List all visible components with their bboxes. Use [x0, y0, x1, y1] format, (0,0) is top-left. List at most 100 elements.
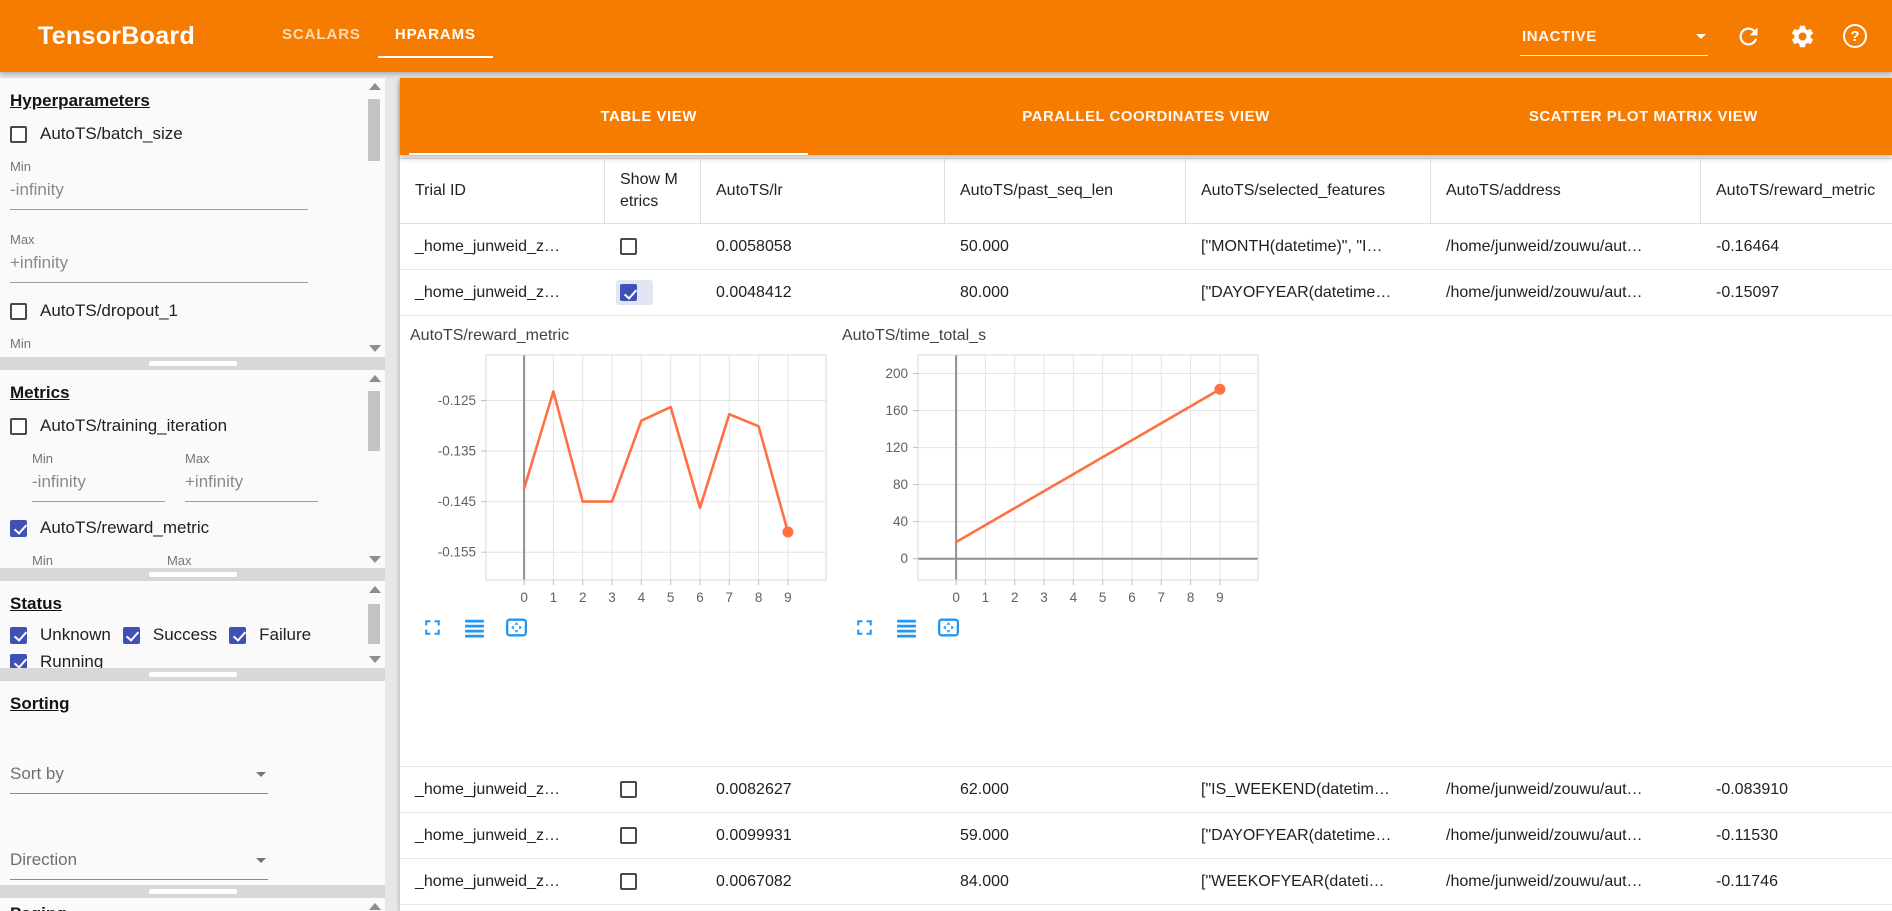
table-row: _home_junweid_z… 0.0099931 59.000 ["DAYO… — [400, 813, 1892, 859]
top-nav: SCALARS HPARAMS — [265, 14, 493, 58]
scroll-down-icon[interactable] — [369, 656, 381, 663]
status-option[interactable]: Failure — [229, 625, 311, 645]
table-row: _home_junweid_z… 0.0082627 62.000 ["IS_W… — [400, 767, 1892, 813]
chart-title: AutoTS/time_total_s — [842, 327, 1272, 345]
scrollbar-thumb[interactable] — [368, 99, 380, 161]
chart-toolbar — [420, 615, 840, 640]
show-metrics-checkbox[interactable] — [620, 873, 637, 890]
min-input[interactable]: -infinity — [32, 466, 165, 502]
chart-plot[interactable]: -0.125-0.135-0.145-0.1550123456789 — [408, 347, 840, 613]
status-option[interactable]: Running — [10, 652, 103, 668]
app-title: TensorBoard — [38, 22, 195, 51]
fullscreen-icon[interactable] — [852, 615, 877, 640]
tab-scatter-plot-matrix-view[interactable]: SCATTER PLOT MATRIX VIEW — [1395, 78, 1892, 155]
scroll-up-icon[interactable] — [369, 586, 381, 593]
checkbox-icon[interactable] — [229, 627, 246, 644]
trials-table: Trial ID Show Metrics AutoTS/lr AutoTS/p… — [400, 158, 1892, 905]
metric-label: AutoTS/training_iteration — [40, 416, 227, 436]
nav-tab-scalars[interactable]: SCALARS — [265, 14, 378, 58]
nav-tab-hparams[interactable]: HPARAMS — [378, 14, 493, 58]
scroll-up-icon[interactable] — [369, 83, 381, 90]
show-metrics-checkbox[interactable] — [620, 238, 637, 255]
column-header-reward-metric: AutoTS/reward_metric — [1701, 159, 1892, 223]
min-filter-field: Min -infinity — [10, 159, 347, 210]
trial-id-cell: _home_junweid_z… — [400, 284, 605, 302]
min-max-filter-row: Min -infinity Max +infinity — [32, 436, 347, 502]
metric-label: AutoTS/reward_metric — [40, 518, 209, 538]
panel-resize-handle[interactable] — [0, 885, 385, 898]
min-input[interactable]: -infinity — [10, 174, 308, 210]
checkbox-icon[interactable] — [10, 627, 27, 644]
svg-text:7: 7 — [726, 590, 734, 605]
selected-features-cell: ["MONTH(datetime)", "I… — [1186, 238, 1431, 256]
panel-resize-handle[interactable] — [0, 568, 385, 581]
show-metrics-cell — [605, 280, 701, 305]
settings-gear-icon[interactable] — [1789, 23, 1816, 50]
max-filter-field: Max +infinity — [10, 232, 347, 283]
justify-lines-icon[interactable] — [462, 615, 487, 640]
max-input[interactable]: +infinity — [185, 466, 318, 502]
status-option[interactable]: Unknown — [10, 625, 111, 645]
scrollbar-thumb[interactable] — [368, 604, 380, 644]
show-metrics-checkbox[interactable] — [620, 781, 637, 798]
app-bar-right: INACTIVE ? — [1520, 16, 1867, 56]
trial-id-cell: _home_junweid_z… — [400, 827, 605, 845]
chart-toolbar — [852, 615, 1272, 640]
checkbox-ripple — [616, 234, 641, 259]
reward-metric-cell: -0.11530 — [1701, 827, 1892, 845]
refresh-icon[interactable] — [1735, 23, 1762, 50]
chart-plot[interactable]: 040801201602000123456789 — [840, 347, 1272, 613]
checkbox-icon[interactable] — [10, 303, 27, 320]
scrollbar-thumb[interactable] — [368, 391, 380, 451]
trial-id-cell: _home_junweid_z… — [400, 781, 605, 799]
svg-text:1: 1 — [982, 590, 990, 605]
run-status-dropdown[interactable]: INACTIVE — [1520, 26, 1708, 56]
status-options: Unknown Success Failure Running — [10, 625, 347, 668]
help-icon[interactable]: ? — [1843, 24, 1867, 48]
scroll-up-icon[interactable] — [369, 375, 381, 382]
show-metrics-checkbox[interactable] — [620, 827, 637, 844]
hparam-item-dropout-1[interactable]: AutoTS/dropout_1 — [10, 301, 347, 321]
checkbox-icon[interactable] — [10, 418, 27, 435]
lr-cell: 0.0048412 — [701, 284, 945, 302]
max-input[interactable]: +infinity — [10, 247, 308, 283]
fullscreen-icon[interactable] — [420, 615, 445, 640]
metric-item-training-iteration[interactable]: AutoTS/training_iteration — [10, 416, 347, 436]
column-header-selected-features: AutoTS/selected_features — [1186, 159, 1431, 223]
scroll-down-icon[interactable] — [369, 556, 381, 563]
hparam-label: AutoTS/dropout_1 — [40, 301, 178, 321]
hparam-item-batch-size[interactable]: AutoTS/batch_size — [10, 124, 347, 144]
scrollbar — [367, 373, 382, 565]
scroll-down-icon[interactable] — [369, 345, 381, 352]
show-metrics-checkbox[interactable] — [620, 284, 637, 301]
tab-parallel-coordinates-view[interactable]: PARALLEL COORDINATES VIEW — [897, 78, 1394, 155]
fit-to-data-icon[interactable] — [504, 615, 529, 640]
fit-to-data-icon[interactable] — [936, 615, 961, 640]
reward-metric-cell: -0.16464 — [1701, 238, 1892, 256]
metric-item-reward-metric[interactable]: AutoTS/reward_metric — [10, 518, 347, 538]
sort-by-select[interactable]: Sort by — [10, 760, 268, 794]
checkbox-ripple — [616, 777, 641, 802]
checkbox-icon[interactable] — [123, 627, 140, 644]
justify-lines-icon[interactable] — [894, 615, 919, 640]
min-max-filter-row: Min Max — [32, 538, 347, 568]
address-cell: /home/junweid/zouwu/aut… — [1431, 873, 1701, 891]
checkbox-icon[interactable] — [10, 126, 27, 143]
status-option-label: Failure — [259, 625, 311, 645]
table-row: _home_junweid_z… 0.0067082 84.000 ["WEEK… — [400, 859, 1892, 905]
checkbox-icon[interactable] — [10, 520, 27, 537]
status-option[interactable]: Success — [123, 625, 217, 645]
svg-text:-0.145: -0.145 — [438, 494, 476, 509]
panel-resize-handle[interactable] — [0, 357, 385, 370]
panel-resize-handle[interactable] — [0, 668, 385, 681]
direction-select[interactable]: Direction — [10, 846, 268, 880]
checkbox-icon[interactable] — [10, 654, 27, 669]
tab-table-view[interactable]: TABLE VIEW — [400, 78, 897, 155]
hparam-label: AutoTS/batch_size — [40, 124, 183, 144]
selected-features-cell: ["DAYOFYEAR(datetime… — [1186, 827, 1431, 845]
table-row: _home_junweid_z… 0.0058058 50.000 ["MONT… — [400, 224, 1892, 270]
dropdown-arrow-icon — [1696, 34, 1706, 44]
svg-text:5: 5 — [667, 590, 675, 605]
scroll-up-icon[interactable] — [369, 903, 381, 910]
lr-cell: 0.0058058 — [701, 238, 945, 256]
